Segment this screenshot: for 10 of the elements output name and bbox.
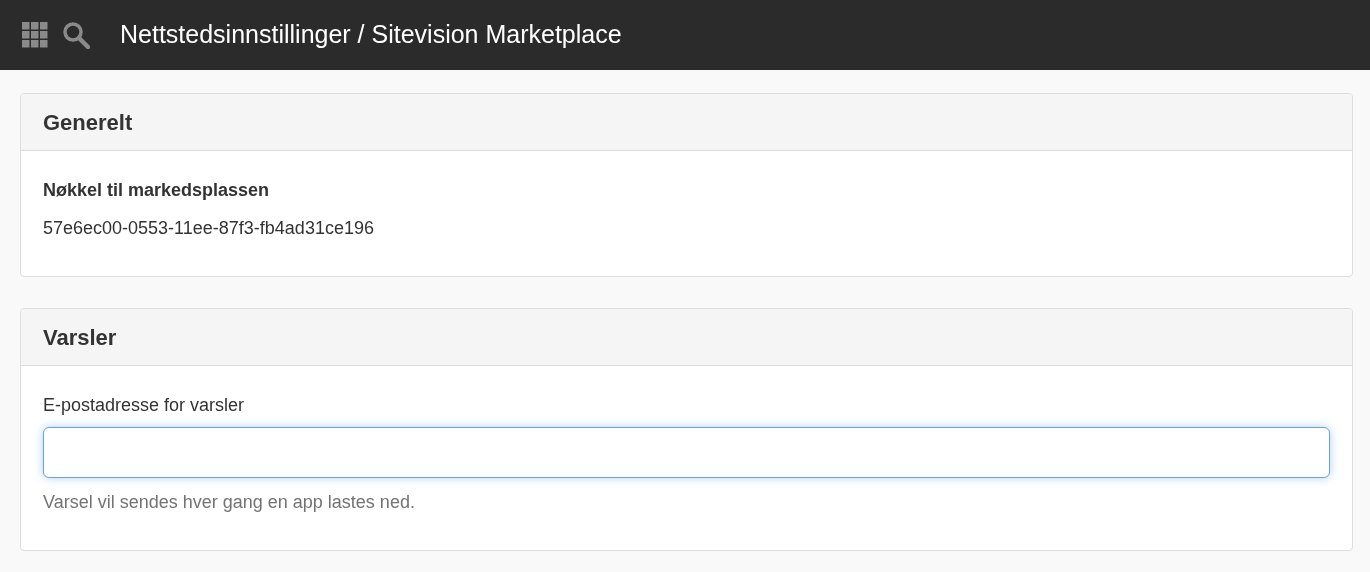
panel-title: Varsler: [43, 323, 117, 352]
help-text: Varsel vil sendes hver gang en app lastes ned.: [43, 491, 416, 514]
field-value: 57e6ec00-0553-11ee-87f3-fb4ad31ce196: [43, 217, 375, 240]
email-input-field[interactable]: [43, 427, 1330, 478]
field-label: Nøkkel til markedsplassen: [43, 179, 271, 202]
field-label: E-postadresse for varsler: [43, 394, 246, 417]
panel-title: Generelt: [43, 108, 133, 137]
search-icon[interactable]: [62, 21, 90, 49]
page-title: Nettstedsinnstillinger / Sitevision Marketplace: [120, 19, 622, 51]
apps-grid-icon[interactable]: [22, 22, 48, 48]
